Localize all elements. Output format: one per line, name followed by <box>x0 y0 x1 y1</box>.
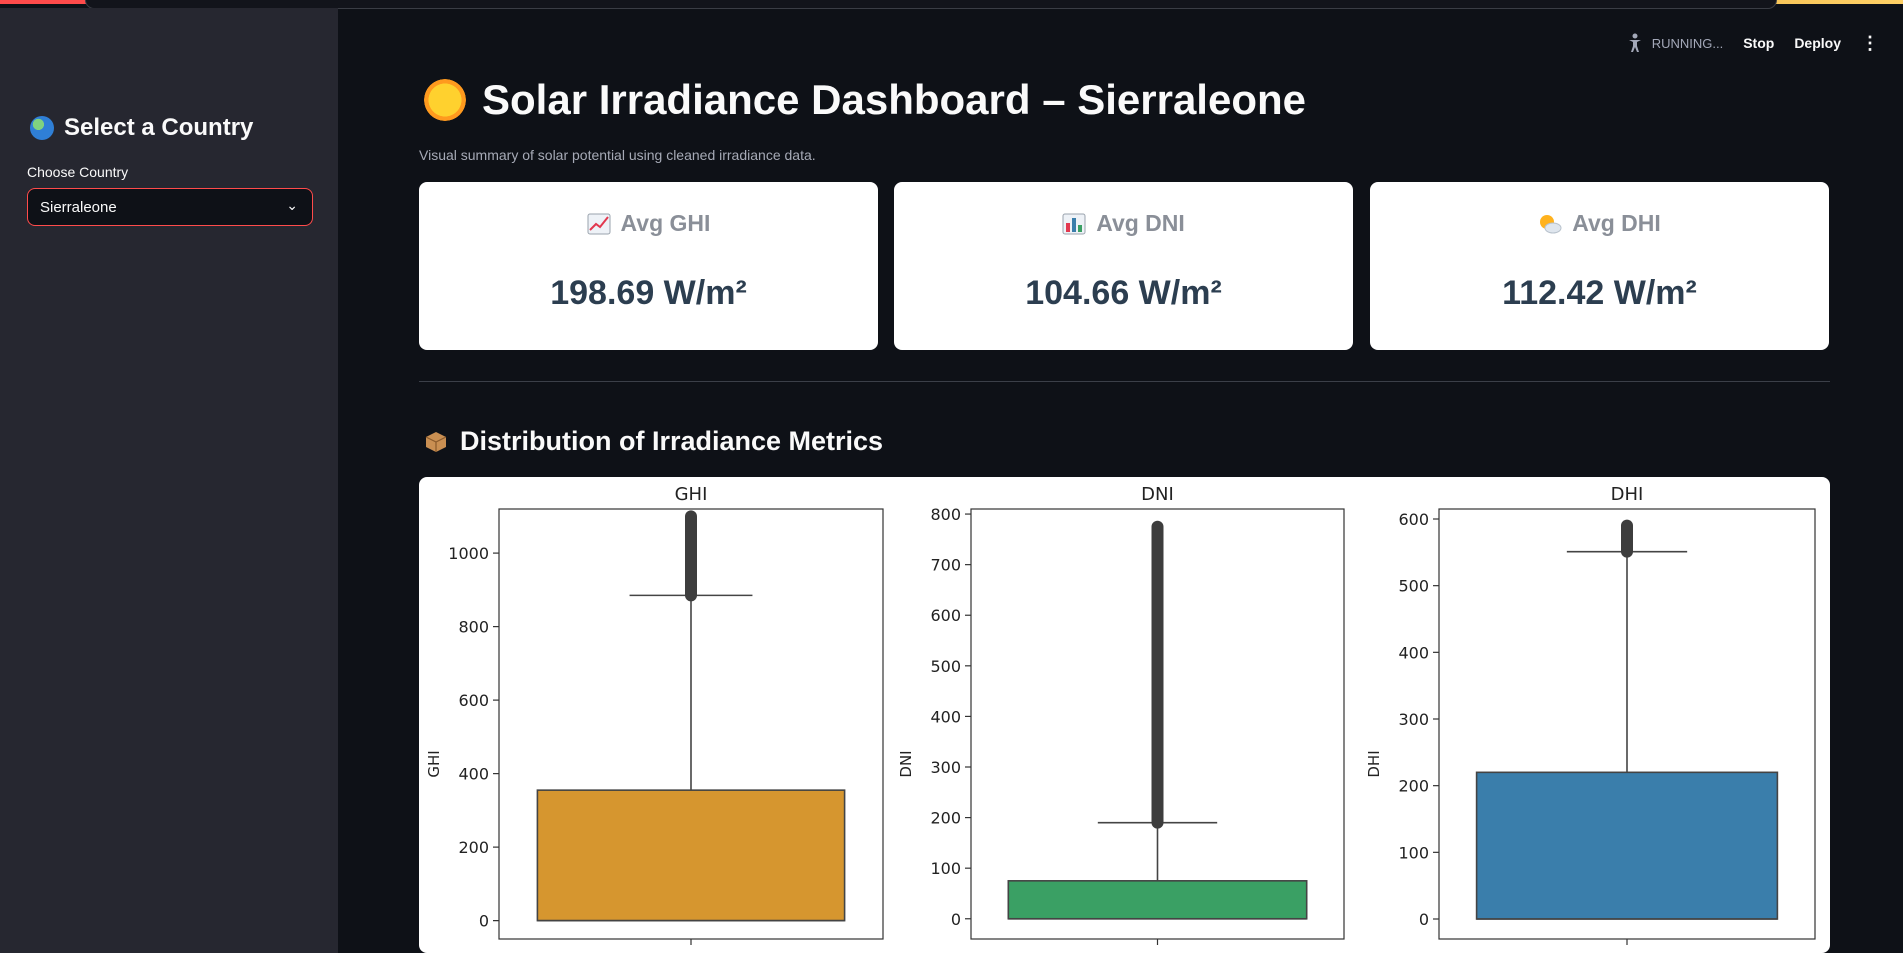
bar-chart-icon <box>1062 213 1086 235</box>
running-status-text: RUNNING... <box>1651 35 1724 51</box>
metric-card-dhi: Avg DHI 112.42 W/m² <box>1370 182 1829 350</box>
main-menu-icon[interactable]: ⋮ <box>1861 33 1879 54</box>
running-status: RUNNING... <box>1626 33 1724 53</box>
y-tick-label: 1000 <box>448 544 489 563</box>
section-divider <box>419 381 1830 382</box>
metric-value: 112.42 W/m² <box>1502 274 1697 312</box>
chart-increasing-icon <box>587 213 611 235</box>
plot-title: DHI <box>1611 484 1644 505</box>
y-tick-label: 200 <box>1398 777 1429 796</box>
y-tick-label: 0 <box>1419 910 1429 929</box>
y-tick-label: 700 <box>930 556 961 575</box>
metric-value: 198.69 W/m² <box>550 274 747 312</box>
page-caption: Visual summary of solar potential using … <box>419 147 816 163</box>
y-tick-label: 200 <box>930 809 961 828</box>
box-iqr <box>536 789 846 922</box>
y-axis-label: DHI <box>1365 750 1383 777</box>
y-tick-label: 0 <box>479 912 489 931</box>
app-toolbar: RUNNING... Stop Deploy ⋮ <box>1626 32 1903 54</box>
sun-behind-cloud-icon <box>1538 213 1562 235</box>
page-title: Solar Irradiance Dashboard – Sierraleone <box>424 76 1306 124</box>
section-title: Distribution of Irradiance Metrics <box>424 426 883 457</box>
sun-icon <box>424 79 466 121</box>
y-tick-label: 200 <box>458 838 489 857</box>
running-man-icon <box>1626 33 1644 53</box>
y-tick-label: 300 <box>930 758 961 777</box>
y-tick-label: 0 <box>951 910 961 929</box>
y-axis-label: DNI <box>897 750 915 777</box>
box-iqr <box>1475 771 1779 920</box>
sidebar-title: Select a Country <box>30 114 253 142</box>
metric-label-text: Avg DHI <box>1572 210 1661 236</box>
y-tick-label: 400 <box>930 707 961 726</box>
metric-label-text: Avg DNI <box>1096 210 1185 236</box>
box-iqr <box>1007 880 1308 920</box>
sidebar-title-text: Select a Country <box>64 114 254 141</box>
browser-tab-edge <box>85 0 1777 9</box>
y-tick-label: 300 <box>1398 710 1429 729</box>
metric-label: Avg DHI <box>1370 210 1829 237</box>
metric-label: Avg GHI <box>419 210 878 237</box>
boxplot-svg: GHIGHI02004006008001000DNIDNI01002003004… <box>425 484 1816 945</box>
y-axis-label: GHI <box>425 750 443 777</box>
y-tick-label: 500 <box>930 657 961 676</box>
boxplot-figure: GHI GHI 0 200 400 600 800 1000 DNI DNI 0 100 200 300 4… <box>419 477 1830 953</box>
plot-title: GHI <box>675 484 708 505</box>
country-select[interactable]: Sierraleone ⌄ <box>27 188 313 226</box>
y-tick-label: 400 <box>1398 643 1429 662</box>
chevron-down-icon[interactable]: ⌄ <box>286 197 298 214</box>
globe-icon <box>30 116 54 140</box>
sidebar: Select a Country Choose Country Sierrale… <box>0 8 338 953</box>
plot-title: DNI <box>1141 484 1174 505</box>
metric-card-ghi: Avg GHI 198.69 W/m² <box>419 182 878 350</box>
metric-card-dni: Avg DNI 104.66 W/m² <box>894 182 1353 350</box>
country-select-value: Sierraleone <box>40 199 117 216</box>
package-icon <box>424 430 448 454</box>
metric-label: Avg DNI <box>894 210 1353 237</box>
country-select-label: Choose Country <box>27 164 129 180</box>
deploy-button[interactable]: Deploy <box>1794 35 1841 51</box>
y-tick-label: 600 <box>458 691 489 710</box>
y-tick-label: 100 <box>1398 843 1429 862</box>
y-tick-label: 600 <box>930 606 961 625</box>
stop-button[interactable]: Stop <box>1743 35 1774 51</box>
page-title-text: Solar Irradiance Dashboard – Sierraleone <box>482 76 1307 123</box>
metric-value: 104.66 W/m² <box>1025 274 1222 312</box>
y-tick-label: 500 <box>1398 577 1429 596</box>
y-tick-label: 100 <box>930 859 961 878</box>
y-tick-label: 600 <box>1398 510 1429 529</box>
metric-label-text: Avg GHI <box>620 210 711 236</box>
y-tick-label: 800 <box>930 505 961 524</box>
y-tick-label: 400 <box>458 765 489 784</box>
y-tick-label: 800 <box>458 618 489 637</box>
section-title-text: Distribution of Irradiance Metrics <box>460 426 884 456</box>
